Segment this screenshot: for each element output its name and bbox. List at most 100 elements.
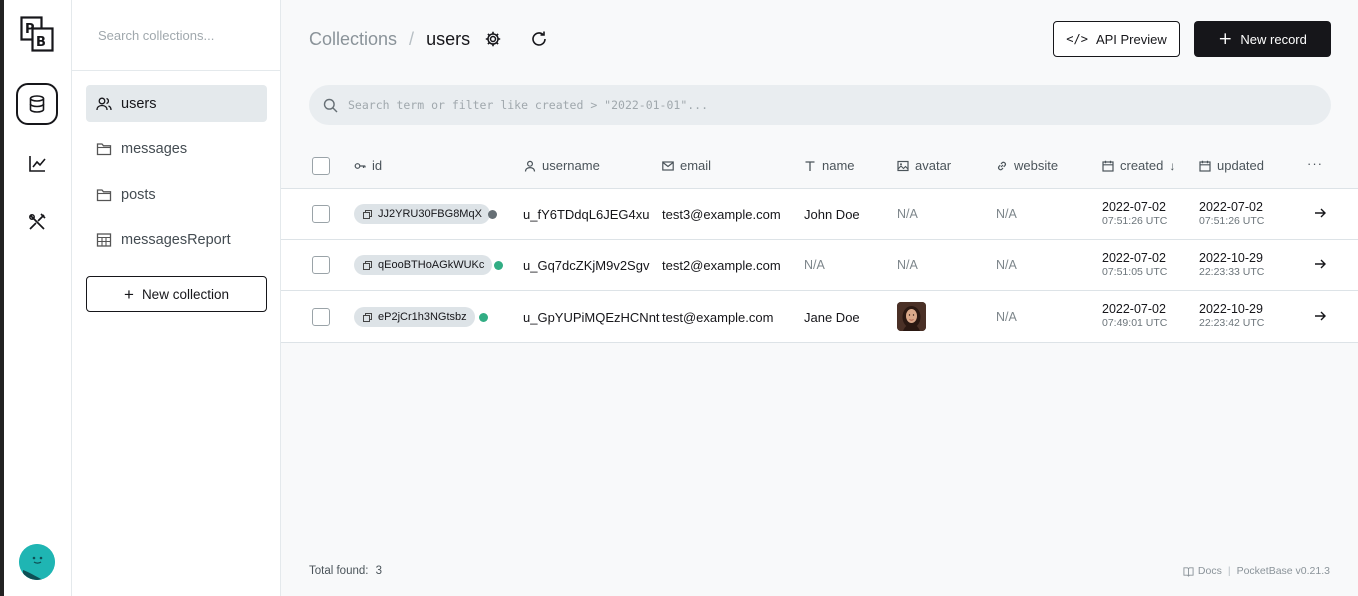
new-record-label: New record	[1240, 31, 1307, 47]
book-icon	[1183, 566, 1194, 577]
table-header: id username email name avatar website cr…	[281, 143, 1358, 189]
copy-icon	[363, 312, 372, 322]
row-checkbox[interactable]	[312, 205, 330, 223]
settings-nav-button[interactable]	[16, 201, 58, 243]
select-all-checkbox[interactable]	[312, 157, 330, 175]
cell-created: 2022-07-02 07:51:05 UTC	[1102, 251, 1167, 279]
updated-date: 2022-10-29	[1199, 302, 1263, 316]
column-header-website[interactable]: website	[996, 158, 1058, 173]
records-search-input[interactable]	[348, 98, 1248, 112]
version-link[interactable]: PocketBase v0.21.3	[1237, 565, 1330, 577]
created-date: 2022-07-02	[1102, 251, 1166, 265]
cell-updated: 2022-10-29 22:23:33 UTC	[1199, 251, 1264, 279]
column-header-name[interactable]: name	[804, 158, 855, 173]
table-row[interactable]: qEooBTHoAGkWUKc u_Gq7dcZKjM9v2Sgv test2@…	[281, 240, 1358, 291]
cell-website: N/A	[996, 258, 1017, 272]
cell-website: N/A	[996, 310, 1017, 324]
collection-item-posts[interactable]: posts	[86, 176, 267, 213]
records-search-bar	[309, 85, 1331, 125]
folder-icon	[96, 143, 112, 156]
total-label: Total found:	[309, 565, 369, 577]
cell-updated: 2022-10-29 22:23:42 UTC	[1199, 302, 1264, 330]
collection-item-messagesreport[interactable]: messagesReport	[86, 222, 267, 259]
column-header-email[interactable]: email	[662, 158, 711, 173]
cell-name: John Doe	[804, 207, 860, 222]
docs-link[interactable]: Docs	[1198, 565, 1222, 577]
row-checkbox[interactable]	[312, 308, 330, 326]
avatar-thumbnail[interactable]	[897, 302, 926, 331]
verified-status-icon	[479, 313, 488, 322]
cell-email: test@example.com	[662, 310, 774, 325]
collections-search-input[interactable]	[98, 27, 258, 43]
new-collection-button[interactable]: + New collection	[86, 276, 267, 312]
logs-nav-button[interactable]	[16, 143, 58, 185]
created-date: 2022-07-02	[1102, 302, 1166, 316]
search-icon	[323, 98, 338, 112]
arrow-right-icon[interactable]	[1313, 309, 1327, 323]
copy-icon	[363, 260, 372, 270]
cell-username: u_GpYUPiMQEzHCNnt	[523, 310, 660, 325]
gear-icon[interactable]	[484, 30, 502, 48]
new-record-button[interactable]: + New record	[1194, 21, 1331, 57]
users-icon	[96, 97, 112, 110]
collections-search	[72, 0, 280, 71]
tools-icon	[29, 213, 46, 230]
mail-icon	[662, 160, 674, 171]
record-id-badge[interactable]: qEooBTHoAGkWUKc	[354, 255, 493, 275]
columns-options-button[interactable]: ···	[1307, 156, 1323, 171]
api-preview-button[interactable]: </> API Preview	[1053, 21, 1180, 57]
collection-item-messages[interactable]: messages	[86, 131, 267, 168]
admin-avatar[interactable]	[19, 544, 55, 580]
column-header-id[interactable]: id	[354, 158, 382, 173]
updated-time: 22:23:33 UTC	[1199, 266, 1265, 278]
column-header-updated[interactable]: updated	[1199, 158, 1264, 173]
plus-icon: +	[124, 284, 134, 304]
column-label: name	[822, 158, 855, 173]
refresh-icon[interactable]	[530, 30, 548, 48]
row-checkbox[interactable]	[312, 256, 330, 274]
arrow-right-icon[interactable]	[1313, 206, 1327, 220]
footer-separator: |	[1227, 565, 1231, 577]
updated-time: 07:51:26 UTC	[1199, 215, 1265, 227]
collection-item-users[interactable]: users	[86, 85, 267, 122]
column-label: website	[1014, 158, 1059, 173]
created-time: 07:51:05 UTC	[1102, 266, 1168, 278]
table-row[interactable]: eP2jCr1h3NGtsbz u_GpYUPiMQEzHCNnt test@e…	[281, 291, 1358, 343]
plus-icon: +	[1218, 29, 1233, 49]
breadcrumb-separator: /	[409, 29, 415, 49]
pocketbase-logo-icon[interactable]: P B	[20, 16, 54, 52]
breadcrumb: Collections / users	[309, 29, 470, 50]
table-row[interactable]: JJ2YRU30FBG8MqX u_fY6TDdqL6JEG4xu test3@…	[281, 189, 1358, 240]
cell-avatar: N/A	[897, 258, 918, 272]
table-icon	[96, 233, 112, 247]
collection-label: messagesReport	[121, 232, 231, 248]
image-icon	[897, 160, 909, 171]
updated-date: 2022-07-02	[1199, 200, 1263, 214]
svg-text:P: P	[25, 22, 35, 37]
record-id: eP2jCr1h3NGtsbz	[378, 311, 467, 323]
cell-username: u_Gq7dcZKjM9v2Sgv	[523, 258, 650, 273]
cell-name: Jane Doe	[804, 310, 860, 325]
record-id: qEooBTHoAGkWUKc	[378, 259, 485, 271]
record-id-badge[interactable]: JJ2YRU30FBG8MqX	[354, 204, 490, 224]
arrow-right-icon[interactable]	[1313, 257, 1327, 271]
collections-list: users messages posts messagesReport	[86, 85, 267, 267]
unverified-status-icon	[488, 210, 497, 219]
collections-nav-button[interactable]	[16, 83, 58, 125]
created-date: 2022-07-02	[1102, 200, 1166, 214]
cell-name: N/A	[804, 258, 825, 272]
app-rail: P B	[4, 0, 72, 596]
column-header-avatar[interactable]: avatar	[897, 158, 951, 173]
breadcrumb-root[interactable]: Collections	[309, 29, 397, 50]
column-header-created[interactable]: created ↓	[1102, 158, 1175, 173]
record-id-badge[interactable]: eP2jCr1h3NGtsbz	[354, 307, 475, 327]
cell-username: u_fY6TDdqL6JEG4xu	[523, 207, 650, 222]
api-preview-label: API Preview	[1095, 31, 1167, 47]
cell-created: 2022-07-02 07:49:01 UTC	[1102, 302, 1167, 330]
column-label: email	[680, 158, 712, 173]
created-time: 07:51:26 UTC	[1102, 215, 1168, 227]
user-icon	[524, 160, 536, 172]
column-header-username[interactable]: username	[524, 158, 600, 173]
cell-updated: 2022-07-02 07:51:26 UTC	[1199, 200, 1264, 228]
breadcrumb-current: users	[426, 29, 471, 49]
